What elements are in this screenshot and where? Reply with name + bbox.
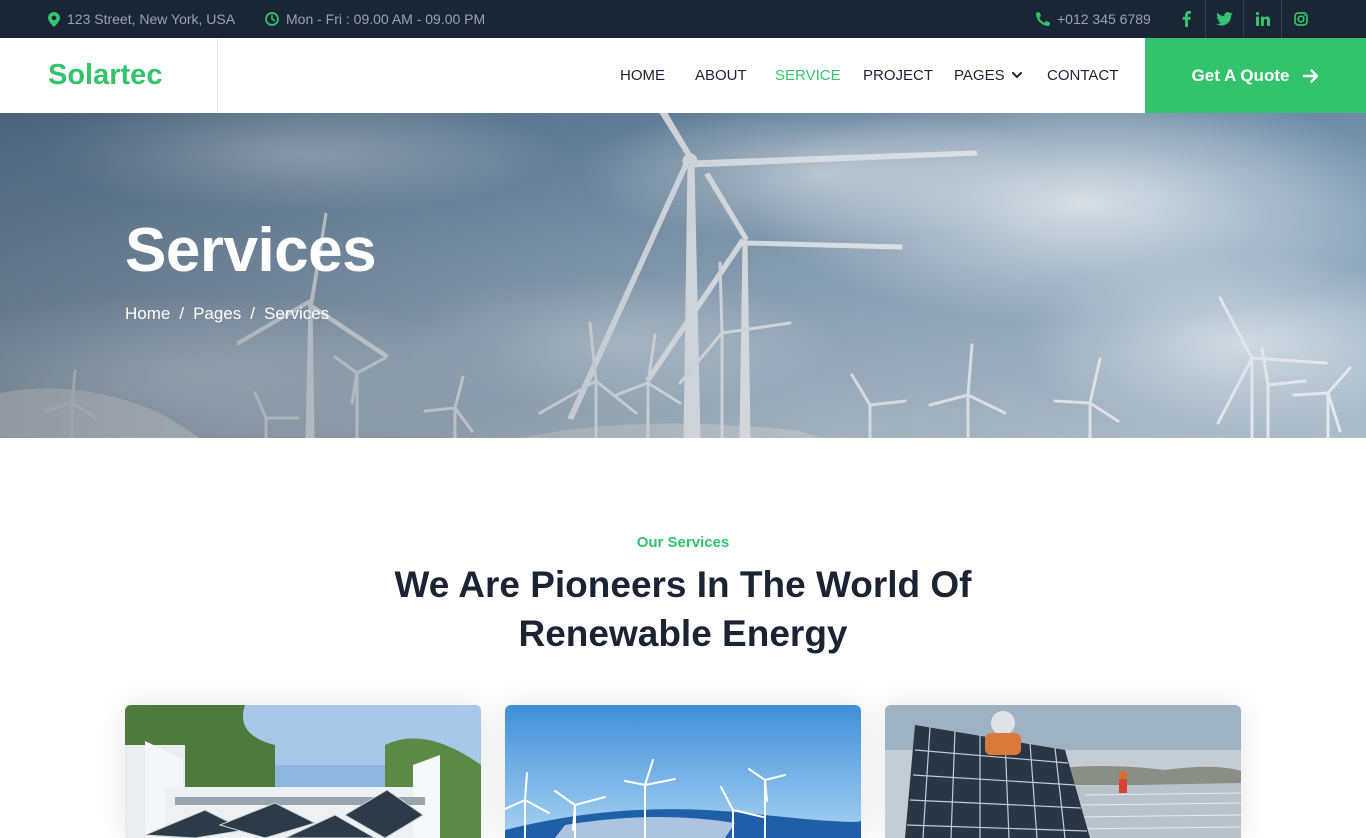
- phone-text: +012 345 6789: [1057, 11, 1151, 27]
- instagram-icon[interactable]: [1281, 0, 1319, 38]
- arrow-right-icon: [1303, 68, 1319, 83]
- nav-contact[interactable]: CONTACT: [1047, 38, 1118, 113]
- service-card-3[interactable]: [885, 705, 1241, 838]
- map-marker-icon: [48, 11, 60, 27]
- chevron-down-icon: [1011, 72, 1022, 79]
- social-links: [1167, 0, 1319, 38]
- get-quote-button[interactable]: Get A Quote: [1145, 38, 1366, 113]
- nav-service[interactable]: SERVICE: [775, 38, 841, 113]
- section-eyebrow: Our Services: [636, 534, 730, 551]
- facebook-icon[interactable]: [1167, 0, 1205, 38]
- headline-line-2: Renewable Energy: [518, 613, 848, 654]
- linkedin-icon[interactable]: [1243, 0, 1281, 38]
- page-title: Services: [125, 216, 377, 285]
- get-quote-label: Get A Quote: [1191, 65, 1290, 85]
- address-info: 123 Street, New York, USA: [48, 0, 235, 38]
- nav-pages[interactable]: PAGES: [954, 38, 1022, 113]
- address-text: 123 Street, New York, USA: [67, 11, 236, 27]
- page-header-hero: Services Home / Pages / Services: [0, 113, 1366, 438]
- section-headline: We Are Pioneers In The World Of Renewabl…: [383, 560, 983, 658]
- breadcrumb-home[interactable]: Home: [125, 304, 170, 324]
- hours-info: Mon - Fri : 09.00 AM - 09.00 PM: [265, 0, 485, 38]
- service-card-2[interactable]: [505, 705, 861, 838]
- nav-project[interactable]: PROJECT: [863, 38, 933, 113]
- breadcrumb: Home / Pages / Services: [125, 304, 329, 324]
- breadcrumb-current: Services: [264, 304, 330, 323]
- nav-about[interactable]: ABOUT: [695, 38, 747, 113]
- phone-icon: [1036, 12, 1050, 26]
- top-bar: 123 Street, New York, USA Mon - Fri : 09…: [0, 0, 1366, 38]
- wind-farm-image: [505, 705, 861, 838]
- hours-text: Mon - Fri : 09.00 AM - 09.00 PM: [286, 11, 486, 27]
- clock-icon: [265, 12, 279, 26]
- main-navbar: Solartec HOME ABOUT SERVICE PROJECT PAGE…: [0, 38, 1366, 113]
- nav-home[interactable]: HOME: [620, 38, 665, 113]
- solar-installation-image: [885, 705, 1241, 838]
- phone-info: +012 345 6789: [1036, 0, 1151, 38]
- breadcrumb-separator: /: [179, 304, 185, 323]
- brand-logo[interactable]: Solartec: [0, 38, 218, 113]
- breadcrumb-pages[interactable]: Pages: [193, 304, 241, 324]
- headline-line-1: We Are Pioneers In The World Of: [394, 564, 972, 605]
- solar-building-image: [125, 705, 481, 838]
- nav-pages-label: PAGES: [954, 67, 1005, 84]
- service-card-1[interactable]: [125, 705, 481, 838]
- twitter-icon[interactable]: [1205, 0, 1243, 38]
- breadcrumb-separator: /: [250, 304, 256, 323]
